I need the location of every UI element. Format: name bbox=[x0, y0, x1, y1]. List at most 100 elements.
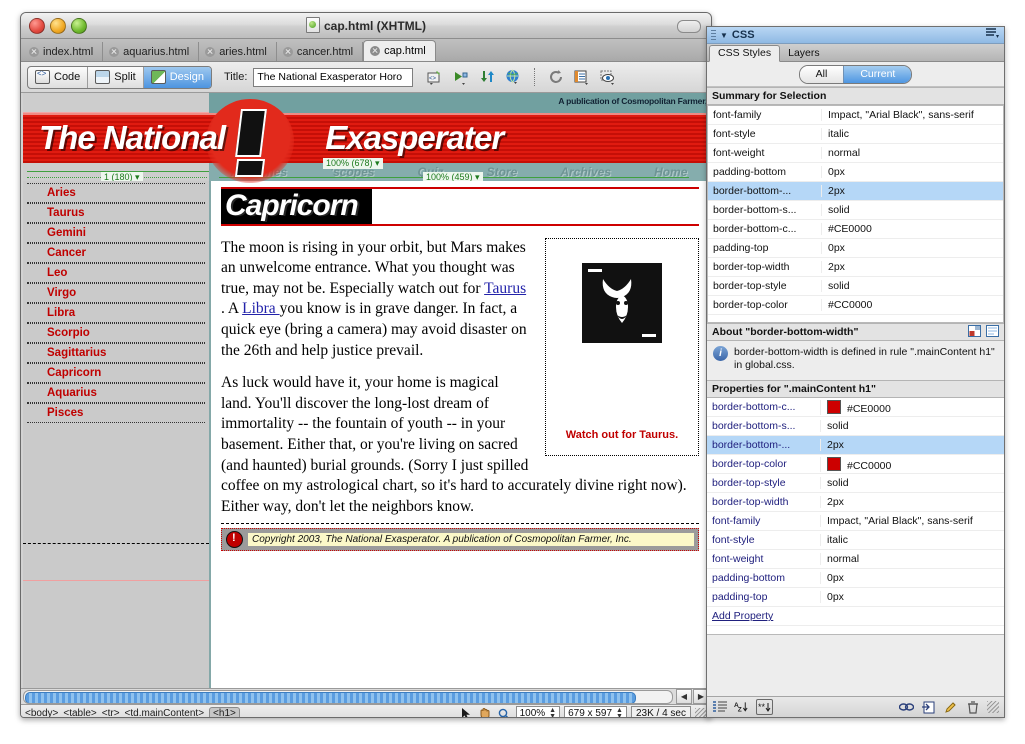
table-row[interactable]: border-top-width 2px bbox=[707, 493, 1004, 513]
table-row[interactable]: font-family Impact, "Arial Black", sans-s… bbox=[708, 106, 1003, 125]
all-current-segmented-control[interactable]: All Current bbox=[798, 64, 913, 84]
file-tab-aquarius[interactable]: aquarius.html bbox=[103, 42, 200, 61]
property-value[interactable]: normal bbox=[820, 553, 1004, 566]
add-property-row[interactable]: Add Property bbox=[707, 607, 1004, 627]
new-css-rule-icon[interactable] bbox=[921, 700, 936, 714]
sidebar-item-gemini[interactable]: Gemini bbox=[27, 223, 205, 243]
tag-h1-selected[interactable]: <h1> bbox=[209, 707, 240, 717]
table-row[interactable]: padding-top 0px bbox=[708, 239, 1003, 258]
scroll-left-icon[interactable]: ◀ bbox=[676, 689, 692, 704]
stepper-icon[interactable]: ▲ ▼ bbox=[549, 707, 556, 718]
sidebar-item-virgo[interactable]: Virgo bbox=[27, 283, 205, 303]
current-mode-button[interactable]: Current bbox=[843, 65, 912, 83]
panel-drag-handle[interactable] bbox=[711, 29, 716, 41]
tag-td[interactable]: <td.mainContent> bbox=[125, 708, 205, 717]
delete-css-rule-icon[interactable] bbox=[965, 700, 980, 714]
property-name[interactable]: border-top-width bbox=[707, 496, 820, 508]
view-mode-segmented-control[interactable]: Code Split Design bbox=[27, 65, 212, 89]
table-row[interactable]: border-bottom-c... #CE0000 bbox=[707, 398, 1004, 418]
close-icon[interactable] bbox=[109, 46, 120, 57]
property-value[interactable]: solid bbox=[820, 420, 1004, 433]
property-value[interactable]: 2px bbox=[820, 439, 1004, 452]
table-row[interactable]: border-bottom-s... solid bbox=[708, 201, 1003, 220]
property-name[interactable]: border-top-style bbox=[707, 477, 820, 489]
scrollbar-thumb[interactable] bbox=[25, 691, 637, 703]
rule-property-list[interactable]: border-bottom-c... #CE0000 border-bottom-… bbox=[707, 398, 1004, 636]
sidebar-item-leo[interactable]: Leo bbox=[27, 263, 205, 283]
tab-css-styles[interactable]: CSS Styles bbox=[709, 45, 781, 62]
split-view-button[interactable]: Split bbox=[88, 66, 144, 88]
page-title-input[interactable]: The National Exasperator Horo bbox=[253, 67, 414, 87]
sidebar-item-aquarius[interactable]: Aquarius bbox=[27, 383, 205, 403]
property-value[interactable]: 2px bbox=[820, 496, 1004, 509]
taurus-link[interactable]: Taurus bbox=[484, 280, 526, 297]
panel-resize-grip[interactable] bbox=[987, 701, 999, 713]
libra-link[interactable]: Libra bbox=[242, 300, 279, 317]
table-row[interactable]: border-top-style solid bbox=[707, 474, 1004, 494]
file-management-icon[interactable] bbox=[574, 69, 591, 85]
file-tab-index[interactable]: index.html bbox=[23, 42, 104, 61]
property-name[interactable]: border-bottom-s... bbox=[707, 420, 820, 432]
page-main-content[interactable]: Capricorn Watch out for Taurus. The moon… bbox=[211, 181, 709, 688]
sidebar-item-cancer[interactable]: Cancer bbox=[27, 243, 205, 263]
pointer-tool-icon[interactable] bbox=[459, 707, 474, 717]
property-value[interactable]: 0px bbox=[820, 572, 1004, 585]
panel-options-icon[interactable] bbox=[986, 28, 1000, 42]
close-icon[interactable] bbox=[205, 46, 216, 57]
sidebar-item-taurus[interactable]: Taurus bbox=[27, 203, 205, 223]
table-row[interactable]: font-style italic bbox=[707, 531, 1004, 551]
table-row[interactable]: padding-bottom 0px bbox=[708, 163, 1003, 182]
sidebar-item-pisces[interactable]: Pisces bbox=[27, 403, 205, 423]
css-mode-toggle[interactable]: All Current bbox=[707, 62, 1004, 87]
code-view-button[interactable]: Code bbox=[28, 66, 89, 88]
table-row[interactable]: border-top-style solid bbox=[708, 277, 1003, 296]
table-row-selected[interactable]: border-bottom-... 2px bbox=[708, 182, 1003, 201]
table-row[interactable]: padding-bottom 0px bbox=[707, 569, 1004, 589]
color-swatch[interactable] bbox=[827, 456, 841, 471]
table-row[interactable]: font-style italic bbox=[708, 125, 1003, 144]
property-name[interactable]: padding-bottom bbox=[707, 572, 820, 584]
property-name[interactable]: font-style bbox=[707, 534, 820, 546]
property-name[interactable]: border-bottom-c... bbox=[707, 401, 820, 413]
window-size-select[interactable]: 679 x 597 ▲ ▼ bbox=[564, 705, 627, 717]
window-titlebar[interactable]: cap.html (XHTML) bbox=[21, 13, 711, 39]
horizontal-scrollbar[interactable]: ◀ ▶ bbox=[21, 688, 711, 704]
file-tab-aries[interactable]: aries.html bbox=[199, 42, 277, 61]
all-mode-button[interactable]: All bbox=[799, 65, 844, 83]
category-view-icon[interactable] bbox=[712, 700, 727, 714]
zoom-level-select[interactable]: 100% ▲ ▼ bbox=[515, 705, 561, 718]
zoom-tool-icon[interactable] bbox=[497, 707, 512, 717]
property-value[interactable]: solid bbox=[820, 477, 1004, 490]
property-name[interactable]: border-bottom-... bbox=[707, 439, 820, 451]
table-row[interactable]: border-top-width 2px bbox=[708, 258, 1003, 277]
property-name[interactable]: font-weight bbox=[707, 553, 820, 565]
property-value[interactable]: #CE0000 bbox=[820, 399, 1004, 415]
attach-stylesheet-icon[interactable] bbox=[899, 700, 914, 714]
table-row[interactable]: border-top-color #CC0000 bbox=[708, 296, 1003, 315]
table-row[interactable]: border-top-color #CC0000 bbox=[707, 455, 1004, 475]
sidebar-item-aries[interactable]: Aries bbox=[27, 183, 205, 203]
table-row[interactable]: font-weight normal bbox=[707, 550, 1004, 570]
page-sidebar[interactable]: Aries Taurus Gemini Cancer Leo Virgo Lib… bbox=[23, 181, 211, 688]
show-category-view-icon[interactable] bbox=[968, 324, 981, 340]
file-tab-cancer[interactable]: cancer.html bbox=[277, 42, 364, 61]
color-swatch[interactable] bbox=[827, 399, 841, 414]
set-properties-icon[interactable]: ** bbox=[756, 699, 773, 715]
table-row[interactable]: font-family Impact, "Arial Black", sans-s… bbox=[707, 512, 1004, 532]
show-list-view-icon[interactable] bbox=[986, 324, 999, 340]
tab-layers[interactable]: Layers bbox=[780, 46, 828, 61]
refresh-icon[interactable] bbox=[548, 69, 565, 85]
property-value[interactable]: italic bbox=[820, 534, 1004, 547]
hand-tool-icon[interactable] bbox=[478, 707, 493, 717]
edit-style-icon[interactable] bbox=[943, 700, 958, 714]
scrollbar-track[interactable] bbox=[23, 689, 673, 704]
visual-aids-icon[interactable] bbox=[600, 69, 617, 85]
design-view-button[interactable]: Design bbox=[143, 66, 211, 88]
summary-property-list[interactable]: font-family Impact, "Arial Black", sans-s… bbox=[707, 105, 1004, 323]
tag-body[interactable]: <body> bbox=[25, 708, 58, 717]
close-icon[interactable] bbox=[29, 46, 39, 57]
property-name[interactable]: font-family bbox=[707, 515, 820, 527]
close-icon[interactable] bbox=[370, 46, 381, 56]
property-name[interactable]: border-top-color bbox=[707, 458, 820, 470]
guide-zoom-outer[interactable]: 100% (678) ▾ bbox=[323, 158, 383, 169]
